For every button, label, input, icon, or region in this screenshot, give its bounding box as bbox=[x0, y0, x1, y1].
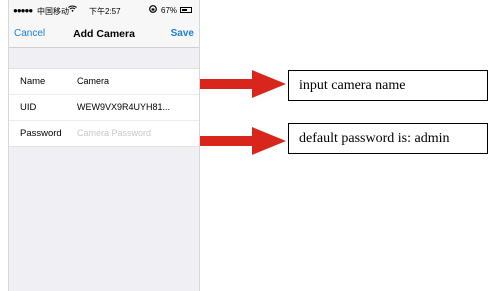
password-callout-text: default password is: admin bbox=[299, 131, 450, 146]
orientation-lock-icon bbox=[149, 5, 157, 15]
clock-time: 下午2:57 bbox=[89, 7, 121, 16]
battery-icon bbox=[180, 7, 192, 13]
name-callout: input camera name bbox=[288, 70, 488, 101]
uid-row[interactable]: UID WEW9VX9R4UYH81... bbox=[9, 94, 199, 120]
battery-percent: 67% bbox=[161, 6, 178, 15]
wifi-icon bbox=[68, 5, 77, 14]
uid-label: UID bbox=[20, 102, 37, 113]
phone-screen: ●●●●● 中国移动 下午2:57 67% Cancel Add Camera … bbox=[8, 0, 200, 291]
save-button[interactable]: Save bbox=[171, 28, 194, 39]
uid-field[interactable]: WEW9VX9R4UYH81... bbox=[77, 102, 170, 112]
signal-strength-icon: ●●●●● bbox=[13, 6, 33, 15]
password-arrow-icon bbox=[200, 127, 286, 155]
name-row[interactable]: Name Camera bbox=[9, 69, 199, 94]
name-callout-text: input camera name bbox=[299, 78, 406, 93]
password-label: Password bbox=[20, 128, 62, 139]
name-arrow-icon bbox=[200, 70, 286, 98]
password-callout: default password is: admin bbox=[288, 123, 488, 154]
camera-form: Name Camera UID WEW9VX9R4UYH81... Passwo… bbox=[9, 68, 199, 147]
battery-level-fill bbox=[182, 9, 188, 11]
name-field[interactable]: Camera bbox=[77, 76, 109, 86]
status-bar: ●●●●● 中国移动 下午2:57 67% bbox=[9, 0, 199, 20]
navigation-bar: Cancel Add Camera Save bbox=[9, 20, 199, 48]
carrier-name: 中国移动 bbox=[37, 7, 69, 16]
name-label: Name bbox=[20, 76, 46, 87]
password-row[interactable]: Password Camera Password bbox=[9, 120, 199, 146]
password-field[interactable]: Camera Password bbox=[77, 128, 151, 138]
